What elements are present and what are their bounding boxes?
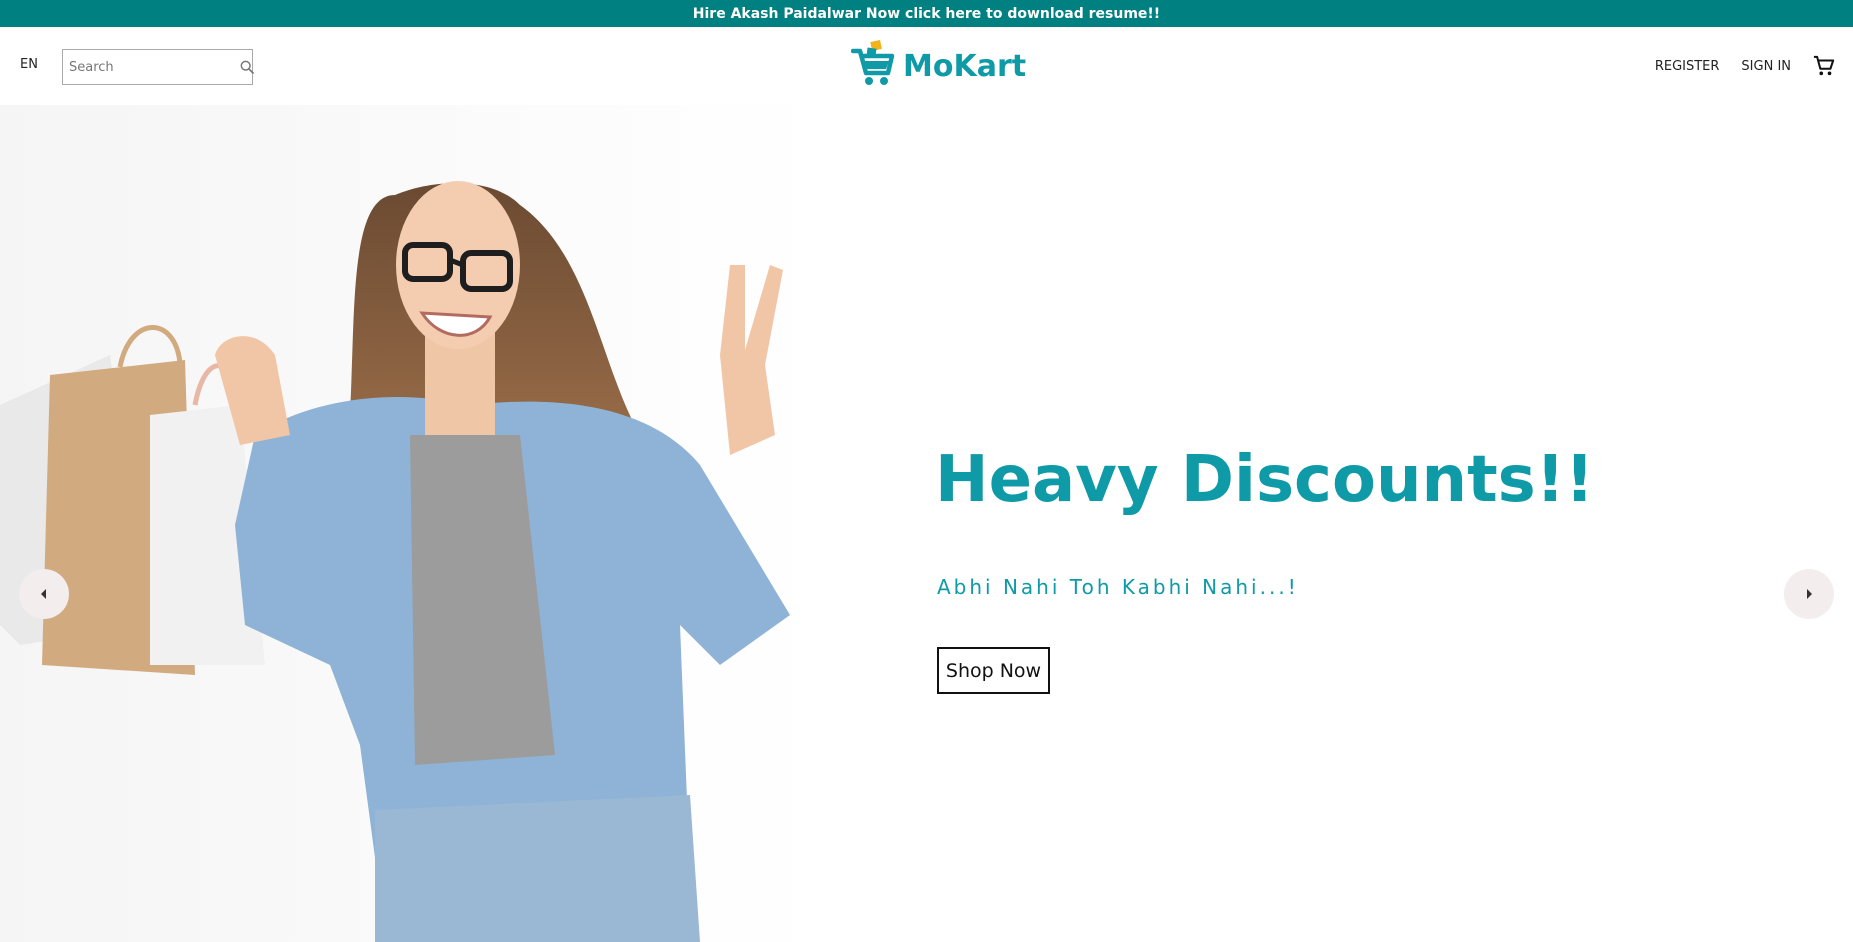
announcement-bar[interactable]: Hire Akash Paidalwar Now click here to d… <box>0 0 1853 27</box>
hero-image <box>0 105 820 942</box>
chevron-left-icon <box>39 585 49 604</box>
hero-banner: Heavy Discounts!! Abhi Nahi Toh Kabhi Na… <box>0 105 1853 942</box>
nav-right: REGISTER SIGN IN <box>1655 51 1837 81</box>
navbar: EN MoKart REGISTER SIGN IN <box>0 27 1853 105</box>
logo[interactable]: MoKart <box>850 39 1027 93</box>
sign-in-link[interactable]: SIGN IN <box>1741 59 1791 74</box>
cart-icon[interactable] <box>1813 54 1837 78</box>
shop-now-button[interactable]: Shop Now <box>937 647 1050 694</box>
search-icon[interactable] <box>239 53 255 81</box>
search-box <box>62 49 255 85</box>
register-link[interactable]: REGISTER <box>1655 59 1720 74</box>
carousel-next-button[interactable] <box>1784 569 1834 619</box>
chevron-right-icon <box>1804 585 1814 604</box>
logo-cart-icon <box>850 39 895 93</box>
hero-title: Heavy Discounts!! <box>935 443 1595 517</box>
hero-subtitle: Abhi Nahi Toh Kabhi Nahi...! <box>937 575 1299 599</box>
search-input[interactable] <box>63 50 239 84</box>
announcement-text[interactable]: Hire Akash Paidalwar Now click here to d… <box>693 6 1160 22</box>
carousel-prev-button[interactable] <box>19 569 69 619</box>
language-selector[interactable]: EN <box>20 57 38 72</box>
logo-text: MoKart <box>903 48 1027 84</box>
